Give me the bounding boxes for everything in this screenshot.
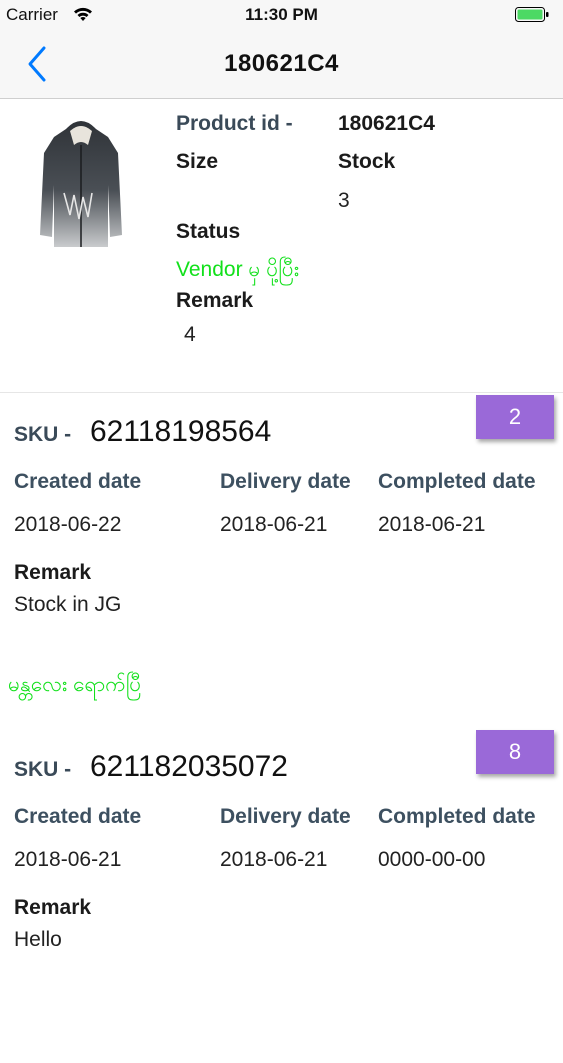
sku-card[interactable]: SKU - 62118198564 2 Created date Deliver… <box>0 393 563 728</box>
sku-status: မန္တလေး ရောက်ပြီ <box>8 673 142 696</box>
clock-time: 11:30 PM <box>245 5 318 24</box>
completed-date-label: Completed date <box>378 805 536 828</box>
page-title: 180621C4 <box>224 50 339 77</box>
product-id-label: Product id - <box>176 112 293 135</box>
stock-label: Stock <box>338 150 396 173</box>
created-date-value: 2018-06-21 <box>14 848 122 871</box>
delivery-date-value: 2018-06-21 <box>220 513 328 536</box>
delivery-date-value: 2018-06-21 <box>220 848 328 871</box>
sku-prefix-label: SKU - <box>14 758 72 781</box>
created-date-label: Created date <box>14 470 142 493</box>
sku-remark-label: Remark <box>14 896 92 919</box>
remark-value: 4 <box>184 323 196 346</box>
navigation-bar: 180621C4 <box>0 30 563 99</box>
hoodie-product-image <box>40 121 122 247</box>
product-id-value: 180621C4 <box>338 112 435 135</box>
size-label: Size <box>176 150 219 173</box>
status-label: Status <box>176 220 241 243</box>
completed-date-value: 0000-00-00 <box>378 848 486 871</box>
product-header: Product id - 180621C4 Size Stock 3 Statu… <box>0 99 563 393</box>
sku-remark-label: Remark <box>14 561 92 584</box>
status-bar: Carrier 11:30 PM <box>0 0 563 30</box>
status-value: Vendor မှ ပို့ပြီး <box>176 258 300 281</box>
remark-label: Remark <box>176 289 254 312</box>
sku-card[interactable]: SKU - 621182035072 8 Created date Delive… <box>0 728 563 1063</box>
quantity-badge: 2 <box>476 395 554 439</box>
completed-date-label: Completed date <box>378 470 536 493</box>
completed-date-value: 2018-06-21 <box>378 513 486 536</box>
created-date-label: Created date <box>14 805 142 828</box>
stock-value: 3 <box>338 189 350 212</box>
sku-prefix-label: SKU - <box>14 423 72 446</box>
sku-remark-value: Hello <box>14 928 62 951</box>
delivery-date-label: Delivery date <box>220 470 351 493</box>
delivery-date-label: Delivery date <box>220 805 351 828</box>
battery-icon <box>515 7 549 22</box>
sku-number: 62118198564 <box>90 415 272 448</box>
created-date-value: 2018-06-22 <box>14 513 122 536</box>
quantity-badge: 8 <box>476 730 554 774</box>
sku-number: 621182035072 <box>90 750 288 783</box>
sku-remark-value: Stock in JG <box>14 593 122 616</box>
